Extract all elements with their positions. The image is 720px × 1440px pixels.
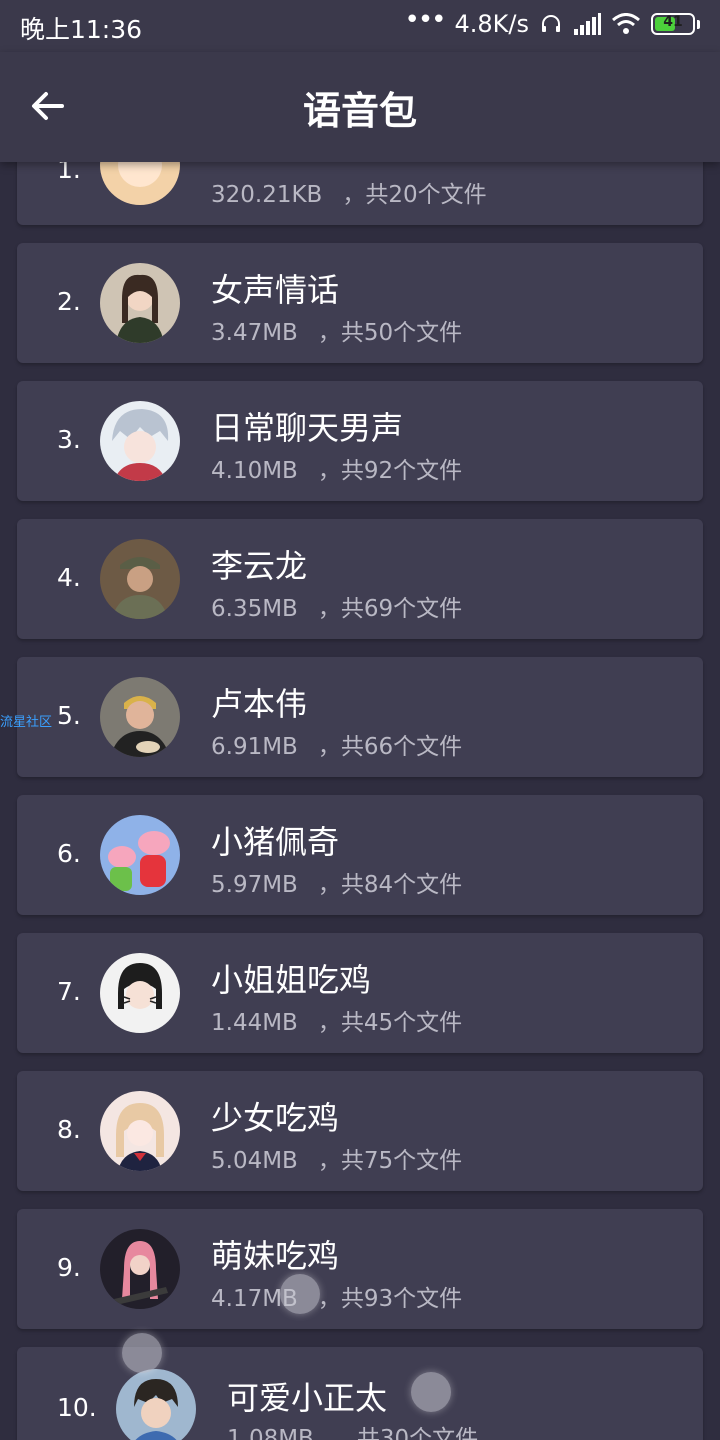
item-meta: 5.97MB ，共84个文件 [211, 865, 462, 899]
cat-girl-avatar [100, 953, 180, 1033]
wifi-icon [611, 13, 641, 35]
voice-pack-item[interactable]: 4. 李云龙 6.35MB ，共69个文件 [17, 519, 703, 639]
item-index: 2. [57, 287, 81, 316]
item-size: 4.10MB [211, 458, 298, 484]
voice-pack-item[interactable]: 7. 小姐姐吃鸡 1.44MB ，共45个文件 [17, 933, 703, 1053]
item-size: 1.44MB [211, 1010, 298, 1036]
item-index: 7. [57, 977, 81, 1006]
battery-percent: 41 [663, 14, 683, 30]
item-file-count: ，共50个文件 [317, 320, 463, 346]
item-meta: 320.21KB ，共20个文件 [211, 175, 487, 209]
girl-photo-avatar [100, 263, 180, 343]
voice-pack-item[interactable]: 3. 日常聊天男声 4.10MB ，共92个文件 [17, 381, 703, 501]
item-title: 卢本伟 [211, 685, 308, 723]
item-index: 6. [57, 839, 81, 868]
app-bar: 语音包 [0, 52, 720, 162]
item-title: 李云龙 [211, 547, 308, 585]
anime-boy-avatar [100, 401, 180, 481]
item-file-count: ，共30个文件 [333, 1426, 479, 1440]
voice-pack-list[interactable]: 1. 320.21KB ，共20个文件 2. 女声情话 3.47MB ，共50个文件… [0, 0, 720, 1440]
signal-icon [573, 13, 601, 35]
item-title: 萌妹吃鸡 [211, 1237, 340, 1275]
status-icons: ••• 4.8K/s 41 [404, 5, 700, 38]
item-title: 小猪佩奇 [211, 823, 340, 861]
item-size: 6.91MB [211, 734, 298, 760]
soldier-avatar [100, 539, 180, 619]
watermark-label: 流星社区 [0, 715, 53, 730]
item-size: 5.97MB [211, 872, 298, 898]
battery-icon: 41 [651, 13, 695, 35]
item-meta: 6.35MB ，共69个文件 [211, 589, 462, 623]
item-size: 3.47MB [211, 320, 298, 346]
item-meta: 1.08MB ，共30个文件 [227, 1419, 478, 1440]
man-photo-avatar [100, 677, 180, 757]
item-index: 8. [57, 1115, 81, 1144]
more-dots-icon: ••• [404, 5, 446, 35]
item-meta: 4.17MB ，共93个文件 [211, 1279, 462, 1313]
item-title: 日常聊天男声 [211, 409, 404, 447]
item-file-count: ，共20个文件 [342, 182, 487, 208]
item-size: 320.21KB [211, 182, 323, 208]
battery-cap [697, 19, 700, 29]
item-title: 可爱小正太 [227, 1379, 388, 1417]
item-file-count: ，共93个文件 [317, 1286, 463, 1312]
item-meta: 1.44MB ，共45个文件 [211, 1003, 462, 1037]
touch-indicator [280, 1274, 320, 1314]
item-size: 1.08MB [227, 1426, 314, 1440]
boy-photo-avatar [116, 1369, 196, 1440]
pink-hair-avatar [100, 1229, 180, 1309]
item-meta: 3.47MB ，共50个文件 [211, 313, 462, 347]
voice-pack-item[interactable]: 6. 小猪佩奇 5.97MB ，共84个文件 [17, 795, 703, 915]
headset-icon [539, 12, 563, 36]
item-size: 5.04MB [211, 1148, 298, 1174]
item-index: 3. [57, 425, 81, 454]
item-title: 女声情话 [211, 271, 340, 309]
item-meta: 4.10MB ，共92个文件 [211, 451, 462, 485]
item-file-count: ，共45个文件 [317, 1010, 463, 1036]
item-file-count: ，共66个文件 [317, 734, 463, 760]
peppa-pig-avatar [100, 815, 180, 895]
item-index: 9. [57, 1253, 81, 1282]
voice-pack-screen: 1. 320.21KB ，共20个文件 2. 女声情话 3.47MB ，共50个文件… [0, 0, 720, 1440]
voice-pack-item[interactable]: 2. 女声情话 3.47MB ，共50个文件 [17, 243, 703, 363]
item-file-count: ，共69个文件 [317, 596, 463, 622]
item-title: 小姐姐吃鸡 [211, 961, 372, 999]
item-index: 4. [57, 563, 81, 592]
item-meta: 5.04MB ，共75个文件 [211, 1141, 462, 1175]
voice-pack-item[interactable]: 5. 卢本伟 6.91MB ，共66个文件 [17, 657, 703, 777]
item-title: 少女吃鸡 [211, 1099, 340, 1137]
touch-indicator [122, 1333, 162, 1373]
item-file-count: ，共92个文件 [317, 458, 463, 484]
page-title: 语音包 [302, 89, 417, 133]
schoolgirl-avatar [100, 1091, 180, 1171]
item-index: 10. [57, 1393, 97, 1422]
item-file-count: ，共84个文件 [317, 872, 463, 898]
item-file-count: ，共75个文件 [317, 1148, 463, 1174]
touch-indicator [411, 1372, 451, 1412]
voice-pack-item[interactable]: 8. 少女吃鸡 5.04MB ，共75个文件 [17, 1071, 703, 1191]
voice-pack-item[interactable]: 10. 可爱小正太 1.08MB ，共30个文件 [17, 1347, 703, 1440]
status-time: 晚上11:36 [20, 15, 143, 44]
item-index: 5. [57, 701, 81, 730]
status-bar: 晚上11:36 ••• 4.8K/s 41 [0, 0, 720, 52]
item-meta: 6.91MB ，共66个文件 [211, 727, 462, 761]
voice-pack-item[interactable]: 9. 萌妹吃鸡 4.17MB ，共93个文件 [17, 1209, 703, 1329]
network-speed: 4.8K/s [454, 10, 530, 38]
item-size: 6.35MB [211, 596, 298, 622]
